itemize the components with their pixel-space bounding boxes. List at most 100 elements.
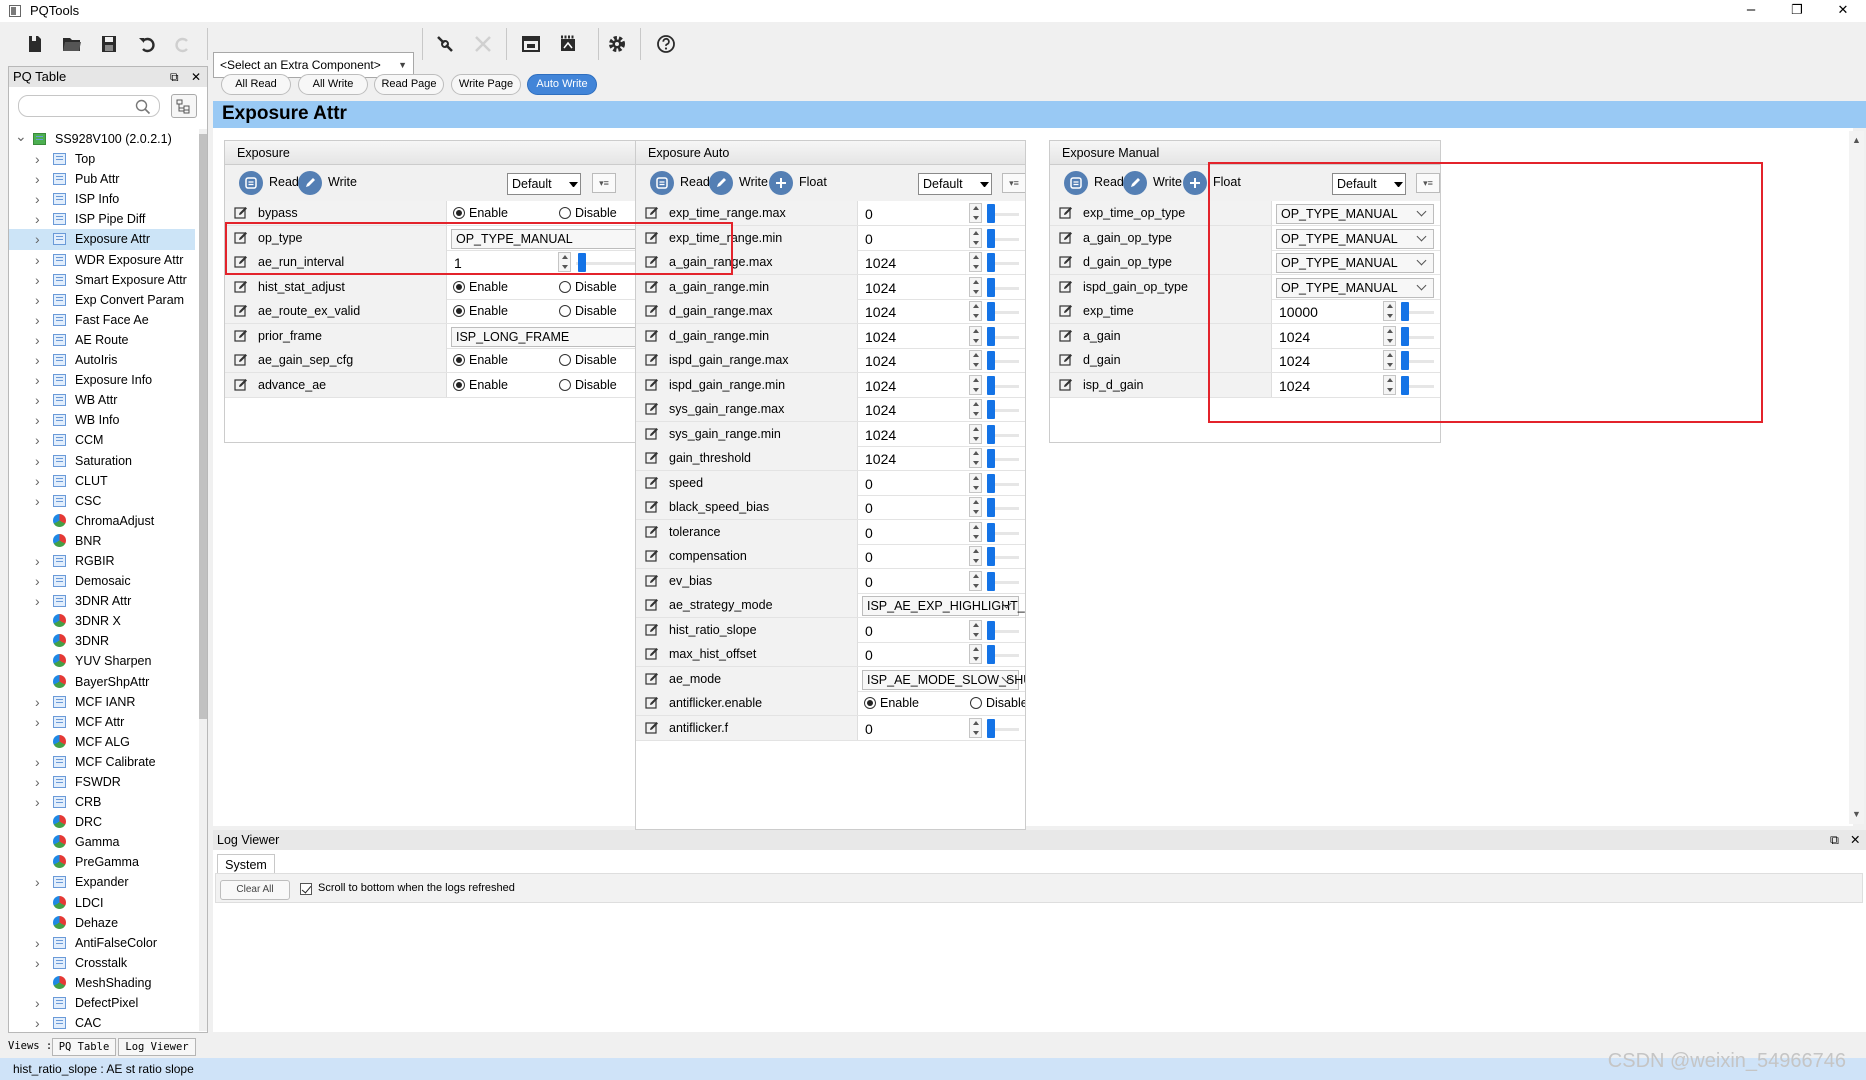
tree-item-defectpixel[interactable]: › DefectPixel [9, 993, 195, 1013]
tree-item-crb[interactable]: › CRB [9, 792, 195, 812]
slider-knob[interactable] [987, 375, 995, 395]
edit-icon[interactable] [645, 451, 659, 465]
disable-radio[interactable] [559, 354, 571, 366]
group-menu-button[interactable]: ▾≡ [1002, 173, 1025, 193]
tree-item-autoiris[interactable]: › AutoIris [9, 350, 195, 370]
edit-icon[interactable] [645, 353, 659, 367]
read-icon[interactable] [650, 171, 674, 195]
edit-icon[interactable] [645, 304, 659, 318]
read-icon[interactable] [1064, 171, 1088, 195]
read-label[interactable]: Read [680, 175, 710, 189]
tree-item-3dnr-x[interactable]: 3DNR X [9, 611, 195, 631]
tree-item-drc[interactable]: DRC [9, 812, 195, 832]
edit-icon[interactable] [1059, 206, 1073, 220]
slider-knob[interactable] [987, 351, 995, 370]
read-icon[interactable] [239, 171, 263, 195]
slider-knob[interactable] [987, 645, 995, 664]
edit-icon[interactable] [645, 696, 659, 710]
slider-knob[interactable] [987, 522, 995, 542]
float-panel-icon[interactable]: ⧉ [1830, 830, 1839, 850]
chevron-down-icon[interactable]: ⌄ [15, 129, 27, 146]
slider-knob[interactable] [987, 204, 995, 223]
view-tab-log-viewer[interactable]: Log Viewer [118, 1038, 196, 1056]
param-value-input[interactable]: 0 [865, 721, 873, 737]
param-value-input[interactable]: 0 [865, 623, 873, 639]
write-icon[interactable] [709, 171, 733, 195]
tree-item-mcf-attr[interactable]: › MCF Attr [9, 712, 195, 732]
tree-item-csc[interactable]: › CSC [9, 491, 195, 511]
tree-item-ldci[interactable]: LDCI [9, 893, 195, 913]
slider-knob[interactable] [1401, 302, 1409, 321]
value-stepper[interactable] [969, 717, 982, 738]
slider-knob[interactable] [987, 277, 995, 297]
tree-item-rgbir[interactable]: › RGBIR [9, 551, 195, 571]
chevron-right-icon[interactable]: › [35, 410, 40, 430]
param-value-input[interactable]: 0 [865, 231, 873, 247]
edit-icon[interactable] [234, 304, 248, 318]
write-icon[interactable] [298, 171, 322, 195]
slider-knob[interactable] [987, 228, 995, 248]
edit-icon[interactable] [234, 255, 248, 269]
group-menu-button[interactable]: ▾≡ [1416, 173, 1440, 193]
tree-item-bayershpattr[interactable]: BayerShpAttr [9, 672, 195, 692]
slider-knob[interactable] [987, 498, 995, 517]
tree-item-crosstalk[interactable]: › Crosstalk [9, 953, 195, 973]
tree-item-exposure-attr[interactable]: › Exposure Attr [9, 229, 195, 250]
tree-item-bnr[interactable]: BNR [9, 531, 195, 551]
edit-icon[interactable] [1059, 378, 1073, 392]
chevron-right-icon[interactable]: › [35, 370, 40, 390]
float-icon[interactable] [1183, 171, 1207, 195]
chevron-right-icon[interactable]: › [35, 189, 40, 209]
param-value-input[interactable]: 1024 [1279, 353, 1310, 369]
chevron-right-icon[interactable]: › [35, 491, 40, 511]
chevron-right-icon[interactable]: › [35, 933, 40, 953]
slider-knob[interactable] [987, 473, 995, 493]
edit-icon[interactable] [645, 280, 659, 294]
float-label[interactable]: Float [799, 175, 827, 189]
slider-knob[interactable] [987, 253, 995, 272]
auto-write-button[interactable]: Auto Write [527, 74, 597, 95]
slider-knob[interactable] [987, 547, 995, 566]
edit-icon[interactable] [234, 329, 248, 343]
param-value-input[interactable]: 0 [865, 476, 873, 492]
read-label[interactable]: Read [269, 175, 299, 189]
param-select[interactable]: OP_TYPE_MANUAL [1276, 277, 1434, 298]
tree-item-mcf-alg[interactable]: MCF ALG [9, 732, 195, 752]
tree-item-demosaic[interactable]: › Demosaic [9, 571, 195, 591]
value-stepper[interactable] [969, 350, 982, 370]
edit-icon[interactable] [1059, 280, 1073, 294]
edit-icon[interactable] [1059, 231, 1073, 245]
value-stepper[interactable] [969, 546, 982, 566]
slider-knob[interactable] [987, 424, 995, 444]
edit-icon[interactable] [234, 378, 248, 392]
tree-item-pub-attr[interactable]: › Pub Attr [9, 169, 195, 189]
write-icon[interactable] [1123, 171, 1147, 195]
view-tab-pq-table[interactable]: PQ Table [52, 1038, 116, 1056]
value-stepper[interactable] [969, 497, 982, 517]
tree-item-wdr-exposure-attr[interactable]: › WDR Exposure Attr [9, 250, 195, 270]
chevron-right-icon[interactable]: › [35, 551, 40, 571]
chevron-right-icon[interactable]: › [35, 169, 40, 189]
tree-item-smart-exposure-attr[interactable]: › Smart Exposure Attr [9, 270, 195, 290]
capture-icon[interactable] [516, 30, 546, 58]
slider-knob[interactable] [987, 326, 995, 346]
chevron-right-icon[interactable]: › [35, 953, 40, 973]
tree-item-3dnr[interactable]: 3DNR [9, 631, 195, 651]
chevron-right-icon[interactable]: › [35, 571, 40, 591]
open-folder-icon[interactable] [57, 30, 87, 58]
chevron-right-icon[interactable]: › [35, 310, 40, 330]
float-icon[interactable] [769, 171, 793, 195]
slider-knob[interactable] [987, 571, 995, 591]
tree-item-antifalsecolor[interactable]: › AntiFalseColor [9, 933, 195, 953]
all-write-button[interactable]: All Write [298, 74, 368, 95]
tree-item-fast-face-ae[interactable]: › Fast Face Ae [9, 310, 195, 330]
chevron-right-icon[interactable]: › [35, 792, 40, 812]
write-label[interactable]: Write [328, 175, 357, 189]
disable-radio[interactable] [559, 378, 571, 391]
tree-item-exp-convert-param[interactable]: › Exp Convert Param [9, 290, 195, 310]
minimize-button[interactable]: – [1728, 0, 1774, 22]
param-value-input[interactable]: 10000 [1279, 304, 1318, 320]
tree-filter-button[interactable] [171, 94, 197, 118]
edit-icon[interactable] [645, 231, 659, 245]
read-label[interactable]: Read [1094, 175, 1124, 189]
